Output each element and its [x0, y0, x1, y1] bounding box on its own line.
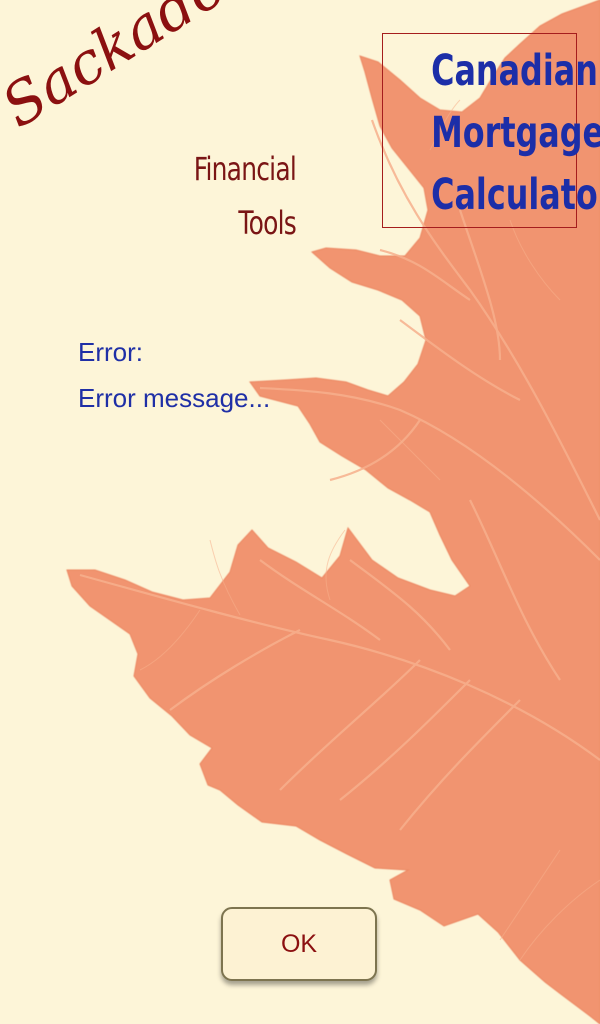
- error-message: Error message...: [78, 383, 271, 413]
- brand-tagline-line2: Tools: [238, 204, 296, 242]
- app-title-line3: Calculator: [431, 170, 600, 220]
- brand-tagline-line1: Financial: [193, 150, 297, 188]
- brand-tagline: Financial Tools: [146, 142, 297, 250]
- error-label: Error:: [78, 337, 143, 367]
- app-title-line1: Canadian: [431, 46, 598, 96]
- app-title-line2: Mortgage: [431, 108, 600, 158]
- ok-button[interactable]: OK: [221, 907, 377, 981]
- app-title: Canadian Mortgage Calculator: [382, 33, 600, 228]
